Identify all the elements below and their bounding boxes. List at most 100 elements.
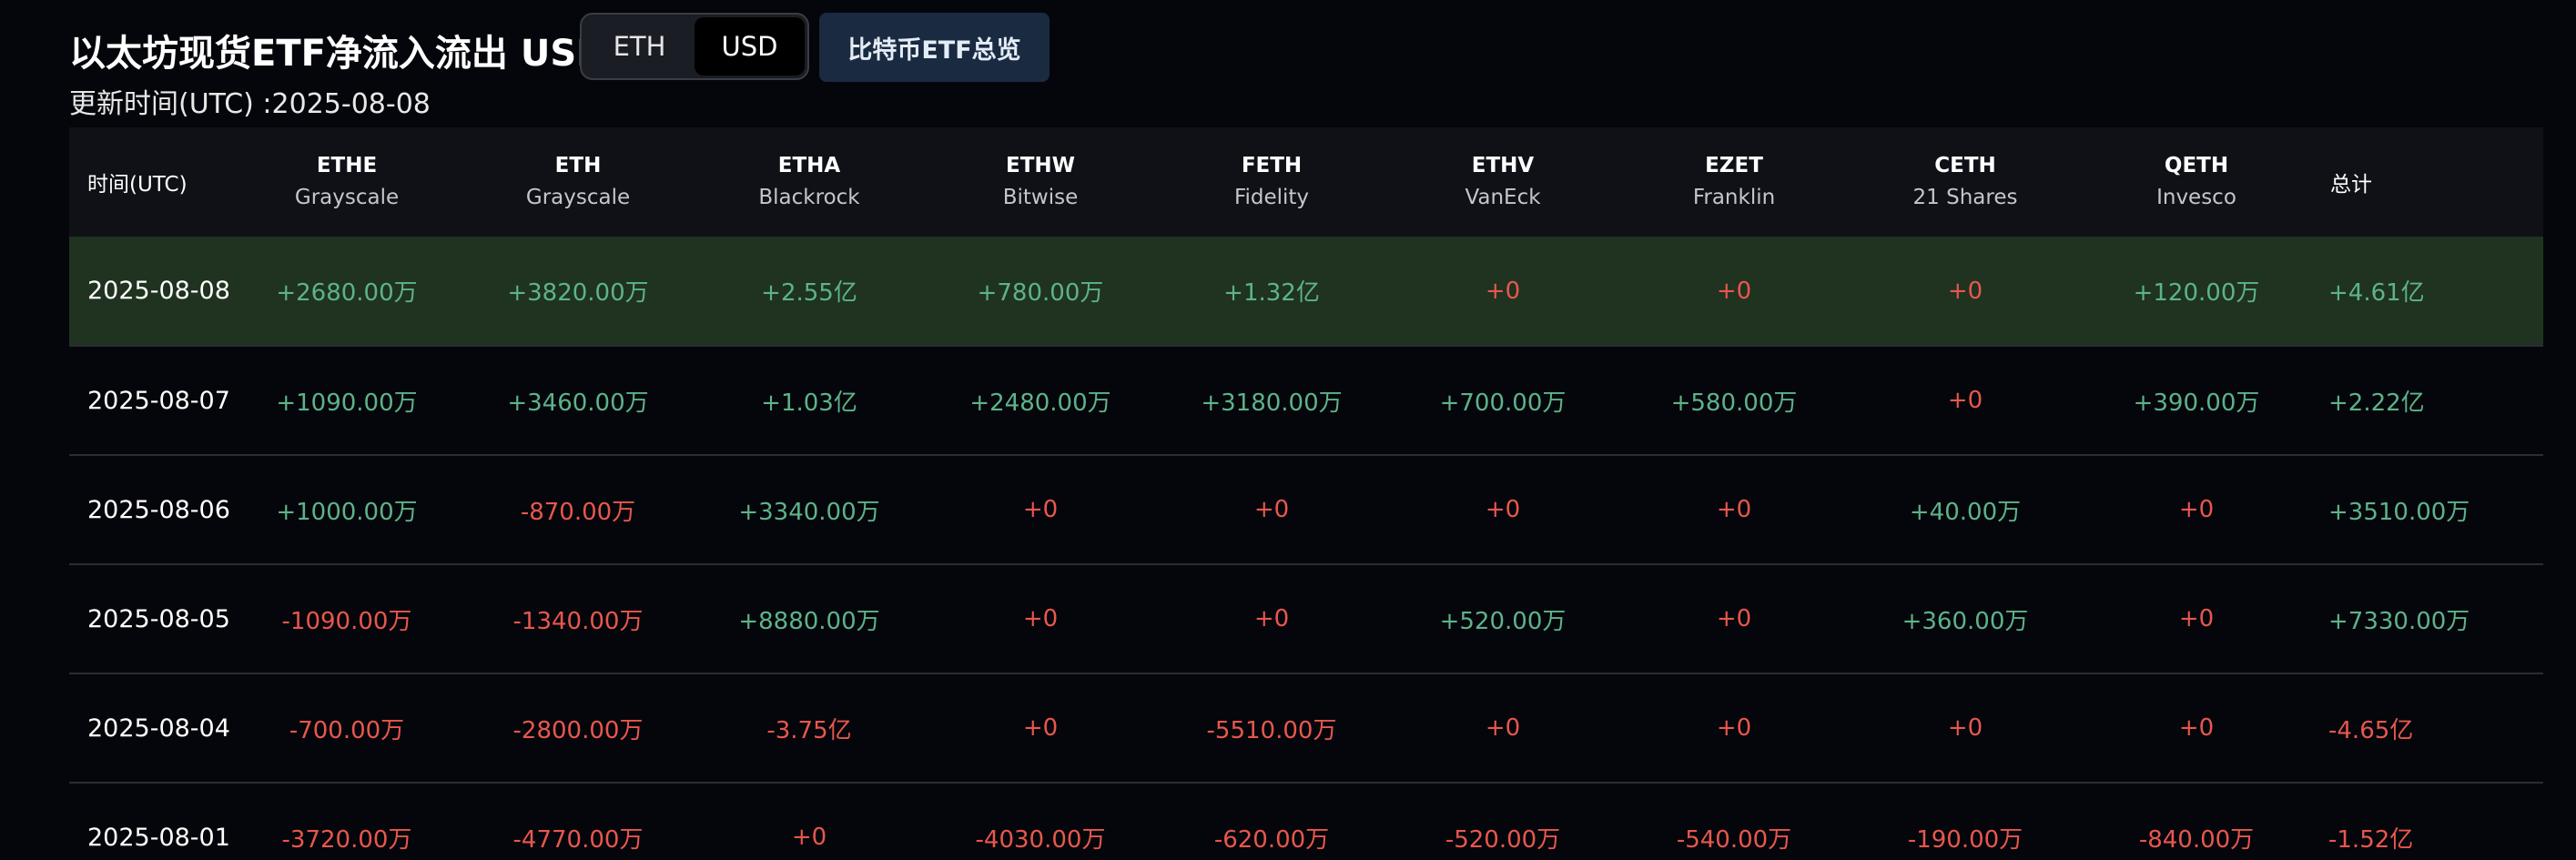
flow-value-eth: -1340.00万 — [462, 564, 694, 674]
flow-value-ethv: +700.00万 — [1387, 346, 1618, 456]
column-issuer: Blackrock — [758, 186, 860, 209]
column-issuer: Grayscale — [525, 186, 631, 209]
row-date: 2025-08-04 — [69, 673, 231, 784]
column-header-ethv: ETHV VanEck — [1387, 127, 1618, 237]
flow-value-qeth: +0 — [2081, 455, 2312, 565]
table-row[interactable]: 2025-08-04 -700.00万 -2800.00万 -3.75亿 +0 -5510… — [69, 673, 2543, 784]
row-date: 2025-08-07 — [69, 346, 231, 456]
row-date: 2025-08-01 — [69, 783, 231, 860]
flow-value-ethe: -1090.00万 — [231, 564, 462, 674]
flow-value-ethe: +2680.00万 — [231, 237, 462, 347]
flow-value-etha: +3340.00万 — [694, 455, 925, 565]
column-issuer: Grayscale — [294, 186, 400, 209]
column-code: EZET — [1705, 154, 1763, 177]
flow-value-qeth: +0 — [2081, 673, 2312, 784]
row-date: 2025-08-06 — [69, 455, 231, 565]
flow-value-ethe: +1000.00万 — [231, 455, 462, 565]
flow-value-qeth: -840.00万 — [2081, 783, 2312, 860]
flow-value-qeth: +0 — [2081, 564, 2312, 674]
column-issuer: Invesco — [2156, 186, 2236, 209]
flow-value-etha: +1.03亿 — [694, 346, 925, 456]
flow-value-feth: -620.00万 — [1156, 783, 1387, 860]
flow-value-ethe: -3720.00万 — [231, 783, 462, 860]
flow-value-ezet: -540.00万 — [1618, 783, 1850, 860]
flow-value-eth: +3460.00万 — [462, 346, 694, 456]
column-issuer: Fidelity — [1233, 186, 1310, 209]
flow-value-ethw: +0 — [925, 673, 1156, 784]
column-issuer: VanEck — [1465, 186, 1541, 209]
flow-value-etha: +0 — [694, 783, 925, 860]
column-code: ETHW — [1005, 154, 1076, 177]
table-header-row: 时间(UTC) ETHE Grayscale ETH Grayscale ETHA Bla… — [69, 127, 2543, 237]
flow-value-feth: +3180.00万 — [1156, 346, 1387, 456]
flow-value-ceth: +40.00万 — [1850, 455, 2081, 565]
table-row[interactable]: 2025-08-06 +1000.00万 -870.00万 +3340.00万 +0 +0… — [69, 455, 2543, 565]
flow-value-ethw: +780.00万 — [925, 237, 1156, 347]
flow-value-ceth: -190.00万 — [1850, 783, 2081, 860]
flow-value-ezet: +0 — [1618, 564, 1850, 674]
toggle-eth-button[interactable]: ETH — [584, 17, 695, 76]
flow-value-ethw: +2480.00万 — [925, 346, 1156, 456]
column-header-eth: ETH Grayscale — [462, 127, 694, 237]
table-row[interactable]: 2025-08-08 +2680.00万 +3820.00万 +2.55亿 +780.0… — [69, 237, 2543, 347]
column-issuer: Bitwise — [1002, 186, 1079, 209]
etf-flow-table: 时间(UTC) ETHE Grayscale ETH Grayscale ETHA Bla… — [69, 127, 2543, 860]
row-date: 2025-08-08 — [69, 237, 231, 347]
column-header-ethw: ETHW Bitwise — [925, 127, 1156, 237]
flow-value-ethv: +520.00万 — [1387, 564, 1618, 674]
column-code: FETH — [1241, 154, 1303, 177]
flow-value-ethw: -4030.00万 — [925, 783, 1156, 860]
column-code: QETH — [2164, 154, 2229, 177]
flow-value-ceth: +0 — [1850, 237, 2081, 347]
table-row[interactable]: 2025-08-07 +1090.00万 +3460.00万 +1.03亿 +2480.… — [69, 346, 2543, 456]
row-total: -4.65亿 — [2312, 673, 2543, 784]
flow-value-ethv: +0 — [1387, 455, 1618, 565]
flow-value-qeth: +120.00万 — [2081, 237, 2312, 347]
column-code: CETH — [1934, 154, 1996, 177]
flow-value-ethe: +1090.00万 — [231, 346, 462, 456]
flow-value-ezet: +0 — [1618, 673, 1850, 784]
flow-value-feth: +0 — [1156, 455, 1387, 565]
column-header-ezet: EZET Franklin — [1618, 127, 1850, 237]
column-issuer: Franklin — [1692, 186, 1776, 209]
column-code: ETHV — [1471, 154, 1535, 177]
flow-value-ezet: +0 — [1618, 237, 1850, 347]
flow-value-ezet: +0 — [1618, 455, 1850, 565]
flow-value-eth: -2800.00万 — [462, 673, 694, 784]
flow-value-ceth: +0 — [1850, 346, 2081, 456]
page-title: 以太坊现货ETF净流入流出 USD — [69, 33, 607, 75]
flow-value-eth: -4770.00万 — [462, 783, 694, 860]
column-header-etha: ETHA Blackrock — [694, 127, 925, 237]
column-header-qeth: QETH Invesco — [2081, 127, 2312, 237]
row-date: 2025-08-05 — [69, 564, 231, 674]
toggle-usd-button[interactable]: USD — [695, 17, 805, 76]
etf-flow-page: 以太坊现货ETF净流入流出 USD ETH USD 比特币ETF总览 更新时间(… — [0, 0, 2576, 860]
flow-value-etha: +2.55亿 — [694, 237, 925, 347]
flow-value-eth: +3820.00万 — [462, 237, 694, 347]
table-body: 2025-08-08 +2680.00万 +3820.00万 +2.55亿 +780.0… — [69, 237, 2543, 860]
flow-value-ceth: +360.00万 — [1850, 564, 2081, 674]
flow-value-qeth: +390.00万 — [2081, 346, 2312, 456]
column-header-date: 时间(UTC) — [69, 127, 231, 237]
update-time: 更新时间(UTC) :2025-08-08 — [69, 88, 431, 120]
flow-value-etha: +8880.00万 — [694, 564, 925, 674]
row-total: +2.22亿 — [2312, 346, 2543, 456]
flow-value-feth: +1.32亿 — [1156, 237, 1387, 347]
flow-value-ethv: +0 — [1387, 673, 1618, 784]
column-header-total: 总计 — [2312, 127, 2543, 237]
column-code: ETHA — [777, 154, 841, 177]
table-row[interactable]: 2025-08-05 -1090.00万 -1340.00万 +8880.00万 +0 +… — [69, 564, 2543, 674]
flow-value-ceth: +0 — [1850, 673, 2081, 784]
table-row[interactable]: 2025-08-01 -3720.00万 -4770.00万 +0 -4030.00万 -… — [69, 783, 2543, 860]
flow-value-ethw: +0 — [925, 564, 1156, 674]
row-total: -1.52亿 — [2312, 783, 2543, 860]
flow-value-etha: -3.75亿 — [694, 673, 925, 784]
flow-value-ezet: +580.00万 — [1618, 346, 1850, 456]
column-header-ceth: CETH 21 Shares — [1850, 127, 2081, 237]
column-code: ETH — [554, 154, 602, 177]
flow-value-feth: -5510.00万 — [1156, 673, 1387, 784]
flow-value-ethw: +0 — [925, 455, 1156, 565]
column-header-feth: FETH Fidelity — [1156, 127, 1387, 237]
btc-etf-overview-button[interactable]: 比特币ETF总览 — [819, 13, 1050, 82]
row-total: +4.61亿 — [2312, 237, 2543, 347]
